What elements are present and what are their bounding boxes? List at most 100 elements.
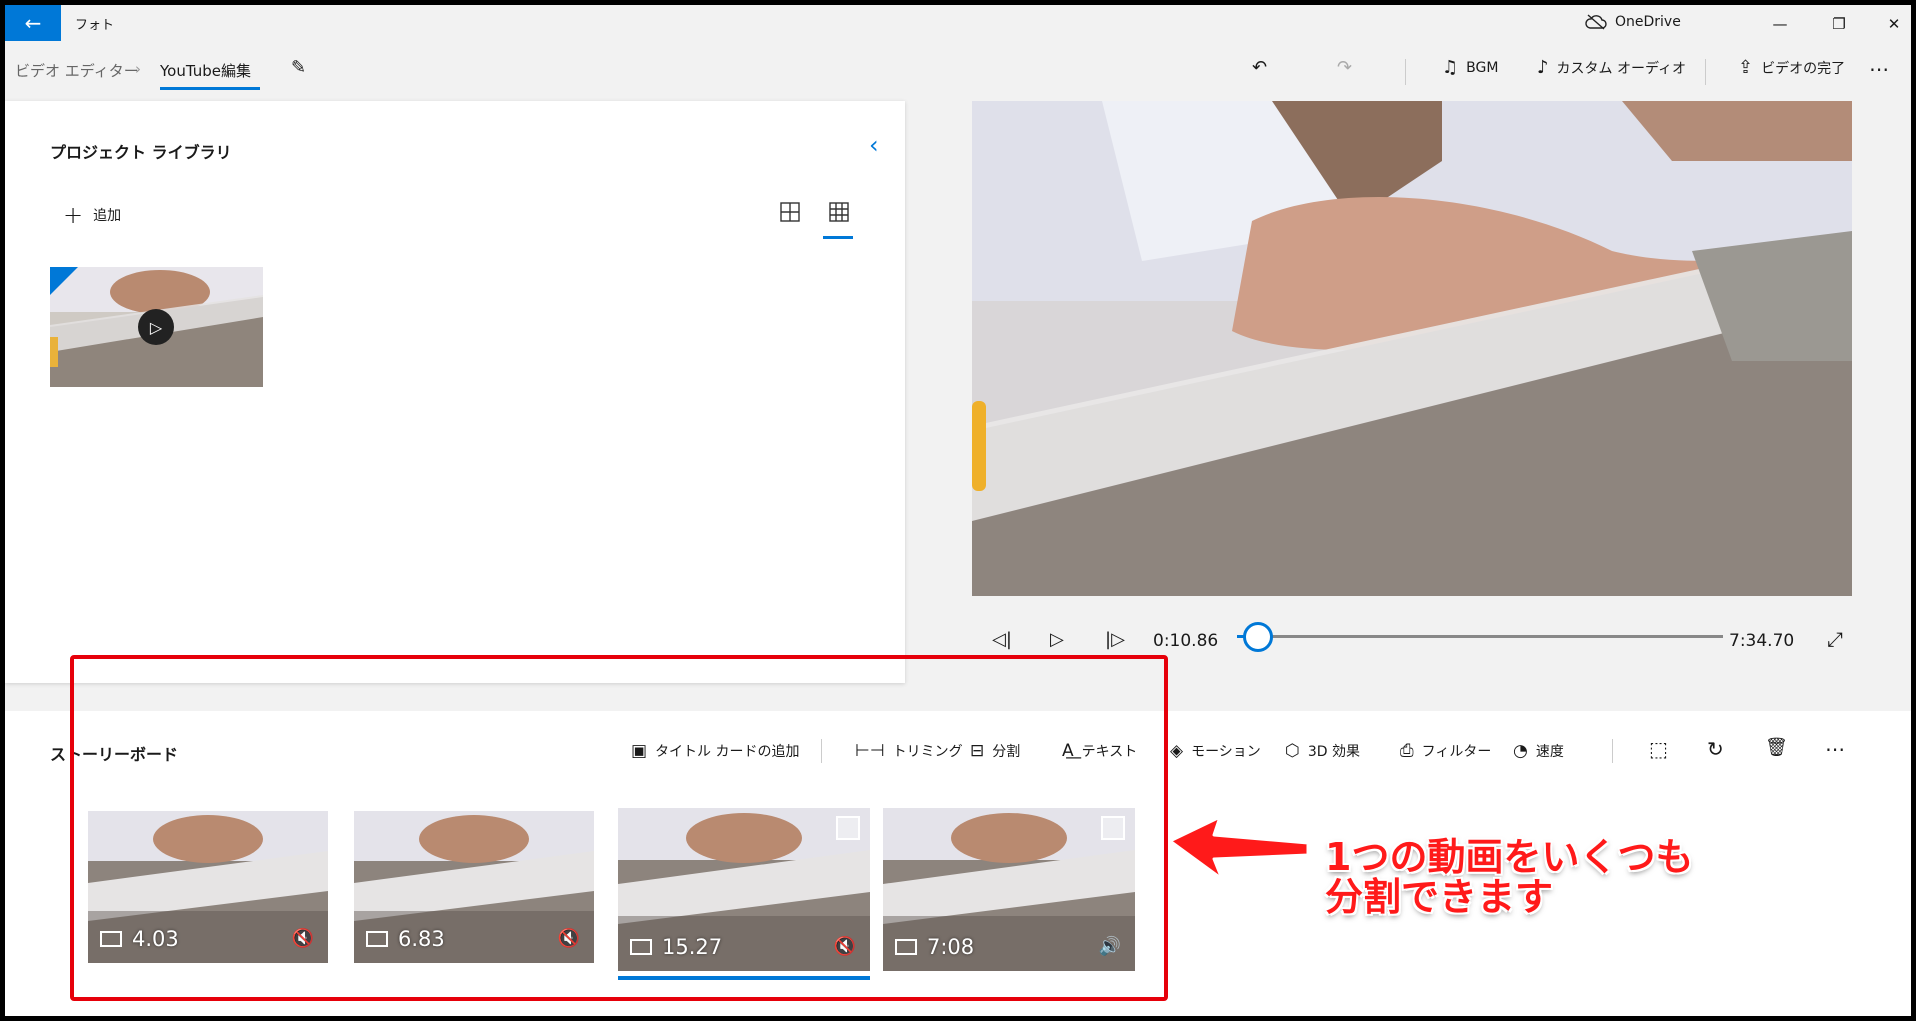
more-button[interactable]: ⋯ bbox=[1869, 57, 1889, 81]
minimize-button[interactable]: — bbox=[1757, 9, 1803, 39]
preview-frame-image bbox=[972, 101, 1852, 596]
annotation-line-1: 1つの動画をいくつも bbox=[1325, 835, 1694, 879]
motion-icon: ◈ bbox=[1170, 741, 1184, 761]
speaker-icon[interactable]: 🔊 bbox=[1099, 936, 1121, 957]
fullscreen-button[interactable]: ⤢ bbox=[1827, 627, 1843, 651]
mute-icon[interactable]: 🔇 bbox=[292, 928, 314, 949]
seek-thumb[interactable] bbox=[1243, 622, 1273, 652]
current-time: 0:10.86 bbox=[1153, 631, 1219, 651]
clip-duration: 15.27 bbox=[630, 935, 722, 959]
film-icon bbox=[100, 931, 122, 947]
speed-button[interactable]: ◔ 速度 bbox=[1513, 741, 1564, 761]
app-title: フォト bbox=[75, 18, 115, 33]
project-library-panel: プロジェクト ライブラリ ‹ + 追加 ▷ bbox=[5, 101, 905, 683]
add-label: 追加 bbox=[93, 208, 122, 224]
step-forward-icon: |▷ bbox=[1105, 629, 1125, 650]
back-button[interactable]: ← bbox=[5, 5, 61, 41]
breadcrumb-separator: › bbox=[135, 60, 141, 78]
storyboard-more-button[interactable]: ⋯ bbox=[1825, 737, 1845, 761]
divider bbox=[1705, 59, 1706, 85]
3d-cube-icon: ⬡ bbox=[1285, 741, 1300, 761]
delete-button[interactable]: 🗑 bbox=[1765, 737, 1788, 758]
storyboard-clip[interactable]: 7:08 🔊 bbox=[883, 808, 1135, 971]
selected-clip-indicator bbox=[618, 976, 870, 980]
clip-select-checkbox[interactable] bbox=[1101, 816, 1125, 840]
clip-duration-label: 6.83 bbox=[398, 927, 445, 951]
share-icon: ⇪ bbox=[1738, 57, 1754, 78]
clip-duration-label: 4.03 bbox=[132, 927, 179, 951]
library-title: プロジェクト ライブラリ bbox=[50, 143, 232, 162]
finish-video-label: ビデオの完了 bbox=[1761, 60, 1846, 77]
speedometer-icon: ◔ bbox=[1513, 741, 1528, 761]
add-media-button[interactable]: + 追加 bbox=[63, 201, 121, 229]
speed-label: 速度 bbox=[1535, 744, 1564, 760]
storyboard-clip[interactable]: 6.83 🔇 bbox=[354, 811, 594, 963]
rename-pencil-icon[interactable]: ✎ bbox=[291, 57, 306, 78]
resize-button[interactable]: ⬚ bbox=[1649, 737, 1668, 761]
storyboard-clip[interactable]: 4.03 🔇 bbox=[88, 811, 328, 963]
storyboard-clip-selected[interactable]: 15.27 🔇 bbox=[618, 808, 870, 971]
breadcrumb-video-editor[interactable]: ビデオ エディター bbox=[15, 60, 139, 81]
collapse-chevron-icon[interactable]: ‹ bbox=[869, 131, 879, 159]
custom-audio-label: カスタム オーディオ bbox=[1556, 60, 1686, 77]
clip-duration: 7:08 bbox=[895, 935, 974, 959]
library-video-thumbnail[interactable]: ▷ bbox=[50, 267, 263, 387]
annotation-arrow-icon bbox=[1168, 815, 1310, 881]
plus-icon: + bbox=[63, 201, 84, 229]
3d-effects-button[interactable]: ⬡ 3D 効果 bbox=[1285, 741, 1360, 761]
rotate-icon: ↻ bbox=[1707, 737, 1724, 761]
custom-audio-icon: ♪ bbox=[1537, 57, 1549, 78]
onedrive-label: OneDrive bbox=[1615, 14, 1681, 30]
clip-select-checkbox[interactable] bbox=[836, 816, 860, 840]
restore-button[interactable]: ❐ bbox=[1816, 9, 1862, 39]
step-back-icon: ◁| bbox=[992, 629, 1012, 650]
expand-icon: ⤢ bbox=[1827, 627, 1843, 651]
motion-button[interactable]: ◈ モーション bbox=[1170, 741, 1261, 761]
finish-video-button[interactable]: ⇪ ビデオの完了 bbox=[1738, 57, 1845, 78]
filter-button[interactable]: ⎙ フィルター bbox=[1400, 741, 1491, 761]
film-icon bbox=[630, 939, 652, 955]
restore-icon: ❐ bbox=[1832, 15, 1846, 33]
custom-audio-button[interactable]: ♪ カスタム オーディオ bbox=[1537, 57, 1686, 78]
breadcrumb-project[interactable]: YouTube編集 bbox=[160, 60, 251, 81]
command-bar: ビデオ エディター › YouTube編集 ✎ ↶ ↷ ♫ BGM ♪ カスタム… bbox=[5, 43, 1911, 95]
film-icon bbox=[895, 939, 917, 955]
film-icon bbox=[366, 931, 388, 947]
back-arrow-icon: ← bbox=[24, 11, 42, 35]
annotation-callout: 1つの動画をいくつも 分割できます bbox=[1325, 837, 1693, 917]
clip-duration: 6.83 bbox=[366, 927, 445, 951]
next-frame-button[interactable]: |▷ bbox=[1105, 629, 1125, 650]
large-grid-icon[interactable] bbox=[779, 201, 801, 223]
undo-icon: ↶ bbox=[1252, 57, 1268, 78]
music-note-icon: ♫ bbox=[1442, 57, 1459, 78]
close-icon: ✕ bbox=[1887, 15, 1901, 33]
3d-effects-label: 3D 効果 bbox=[1307, 744, 1360, 760]
play-icon: ▷ bbox=[1050, 629, 1064, 650]
resize-icon: ⬚ bbox=[1649, 737, 1668, 761]
filter-icon: ⎙ bbox=[1400, 741, 1414, 761]
undo-button[interactable]: ↶ bbox=[1252, 57, 1267, 78]
filter-label: フィルター bbox=[1421, 744, 1492, 760]
redo-button[interactable]: ↷ bbox=[1337, 57, 1352, 78]
seek-track[interactable] bbox=[1257, 635, 1723, 638]
mute-icon[interactable]: 🔇 bbox=[834, 936, 856, 957]
breadcrumb-underline bbox=[160, 87, 260, 90]
video-preview bbox=[972, 101, 1852, 596]
selected-corner-badge bbox=[50, 267, 78, 295]
motion-label: モーション bbox=[1191, 744, 1261, 760]
bgm-button[interactable]: ♫ BGM bbox=[1442, 57, 1498, 78]
bgm-label: BGM bbox=[1466, 59, 1499, 76]
total-time: 7:34.70 bbox=[1729, 631, 1795, 651]
rotate-button[interactable]: ↻ bbox=[1707, 737, 1724, 761]
close-button[interactable]: ✕ bbox=[1871, 9, 1911, 39]
trash-icon: 🗑 bbox=[1765, 737, 1788, 758]
play-button[interactable]: ▷ bbox=[1050, 629, 1064, 650]
previous-frame-button[interactable]: ◁| bbox=[992, 629, 1012, 650]
app-window: ← フォト OneDrive — ❐ ✕ ビデオ エディター › YouTube… bbox=[5, 5, 1911, 1016]
small-grid-icon[interactable] bbox=[828, 201, 850, 223]
clip-duration-label: 7:08 bbox=[927, 935, 975, 959]
cloud-off-icon bbox=[1585, 14, 1607, 30]
divider bbox=[1612, 739, 1613, 763]
onedrive-status[interactable]: OneDrive bbox=[1585, 14, 1681, 30]
mute-icon[interactable]: 🔇 bbox=[558, 928, 580, 949]
